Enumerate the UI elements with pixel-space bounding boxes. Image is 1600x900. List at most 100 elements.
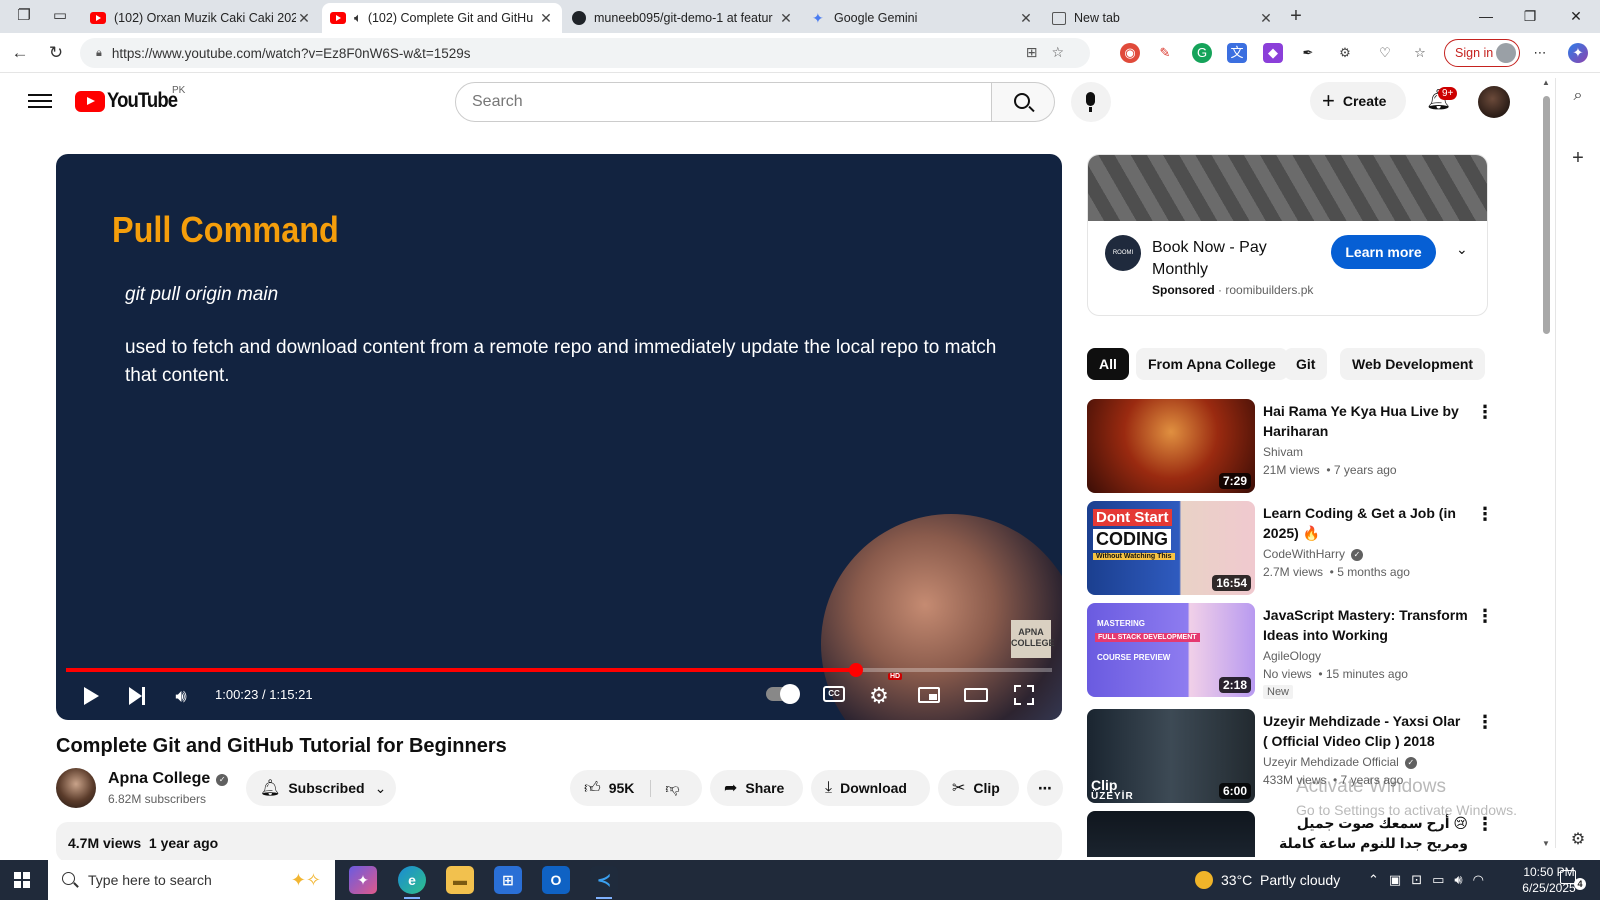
captions-icon[interactable]: CC: [823, 686, 845, 702]
browser-tab-3[interactable]: muneeb095/git-demo-1 at featur ✕: [564, 3, 802, 33]
learn-more-button[interactable]: Learn more: [1331, 235, 1436, 269]
browser-essentials-icon[interactable]: ♡: [1375, 43, 1395, 63]
fullscreen-icon[interactable]: [1014, 685, 1034, 705]
chip-from-apna-college[interactable]: From Apna College: [1136, 348, 1288, 380]
progress-bar[interactable]: [66, 663, 1052, 677]
extension-1-icon[interactable]: ◉: [1120, 43, 1140, 63]
tab-actions-icon[interactable]: ▭: [50, 6, 70, 26]
battery-icon[interactable]: ▭: [1432, 872, 1454, 887]
recommended-title[interactable]: JavaScript Mastery: Transform Ideas into…: [1263, 605, 1468, 645]
recommended-channel[interactable]: AgileOlogy: [1263, 649, 1321, 663]
sign-in-button[interactable]: Sign in: [1444, 39, 1520, 67]
ad-title[interactable]: Book Now - Pay Monthly: [1152, 237, 1322, 281]
back-icon[interactable]: ←: [8, 41, 32, 65]
share-button[interactable]: ➦ Share: [710, 770, 803, 806]
download-button[interactable]: ⤓ Download: [811, 770, 930, 806]
guide-menu-icon[interactable]: [28, 90, 52, 110]
browser-tab-4[interactable]: ✦ Google Gemini ✕: [804, 3, 1042, 33]
app-available-icon[interactable]: ⊞: [1026, 44, 1052, 60]
wifi-icon[interactable]: ◠: [1473, 872, 1494, 887]
pen-icon[interactable]: ✒: [1298, 43, 1318, 63]
copilot-icon[interactable]: ✦: [1568, 43, 1588, 63]
notification-center-icon[interactable]: 4: [1560, 870, 1586, 890]
copilot-taskbar-icon[interactable]: ✦: [349, 866, 377, 894]
more-menu-icon[interactable]: ⋯: [1530, 43, 1550, 63]
video-thumbnail[interactable]: Dont Start CODING Without Watching This …: [1087, 501, 1255, 595]
browser-tab-1[interactable]: (102) Orxan Muzik Caki Caki 2025 ✕: [82, 3, 320, 33]
browser-tab-2[interactable]: 🔈︎ (102) Complete Git and GitHu ✕: [322, 3, 562, 33]
settings-gear-icon[interactable]: ⚙: [864, 682, 894, 710]
autoplay-toggle[interactable]: [766, 684, 800, 704]
scrubber-handle[interactable]: [848, 663, 863, 677]
windows-start-icon[interactable]: [14, 872, 30, 888]
chip-all[interactable]: All: [1087, 348, 1129, 380]
channel-avatar[interactable]: [56, 768, 96, 808]
youtube-logo[interactable]: YouTube PK: [75, 85, 187, 113]
microsoft-store-icon[interactable]: ⊞: [494, 866, 522, 894]
site-info-icon[interactable]: 🔒︎: [96, 47, 102, 60]
sponsored-ad-card[interactable]: ROOMI ICON Book Now - Pay Monthly Sponso…: [1087, 154, 1488, 316]
extensions-icon[interactable]: ⚙: [1335, 43, 1355, 63]
workspaces-icon[interactable]: ❐: [14, 6, 34, 26]
theater-mode-icon[interactable]: [964, 688, 988, 702]
miniplayer-icon[interactable]: [918, 687, 940, 703]
favorites-icon[interactable]: ☆: [1410, 43, 1430, 63]
minimize-icon[interactable]: —: [1466, 4, 1506, 28]
close-tab-icon[interactable]: ✕: [1018, 10, 1034, 27]
close-tab-icon[interactable]: ✕: [1258, 10, 1274, 27]
chip-git[interactable]: Git: [1284, 348, 1328, 380]
new-tab-icon[interactable]: +: [1286, 6, 1306, 26]
play-icon[interactable]: [84, 687, 99, 705]
ad-expand-chevron-icon[interactable]: ⌄: [1456, 241, 1468, 258]
search-button[interactable]: [992, 82, 1055, 122]
vscode-icon[interactable]: ≺: [590, 866, 618, 899]
more-vertical-icon[interactable]: ⋮: [1476, 403, 1494, 421]
scroll-up-icon[interactable]: ▲: [1542, 78, 1550, 87]
video-thumbnail[interactable]: MASTERING FULL STACK DEVELOPMENT COURSE …: [1087, 603, 1255, 697]
recommended-title[interactable]: Hai Rama Ye Kya Hua Live by Hariharan: [1263, 401, 1468, 441]
scrollbar-thumb[interactable]: [1543, 96, 1550, 334]
edge-taskbar-icon[interactable]: e: [398, 866, 426, 899]
like-count[interactable]: 95K: [609, 780, 635, 796]
advertiser-logo[interactable]: ROOMI ICON: [1105, 235, 1141, 292]
page-scrollbar[interactable]: ▲ ▼: [1540, 78, 1552, 848]
file-explorer-icon[interactable]: ▬: [446, 866, 474, 894]
video-player[interactable]: Pull Command git pull origin main used t…: [56, 154, 1062, 720]
close-tab-icon[interactable]: ✕: [296, 10, 312, 27]
meet-icon[interactable]: ▣: [1389, 872, 1411, 887]
voice-search-button[interactable]: [1071, 82, 1111, 122]
volume-icon[interactable]: 🔊︎: [168, 682, 194, 710]
grammarly-icon[interactable]: G: [1192, 43, 1212, 63]
dislike-thumb-icon[interactable]: 👎︎: [650, 779, 680, 797]
recommended-title[interactable]: 😢 أرح سمعك صوت جميل ومريح جدا للنوم ساعة…: [1263, 813, 1468, 853]
extension-2-icon[interactable]: ✎: [1155, 43, 1175, 63]
close-window-icon[interactable]: ✕: [1556, 4, 1596, 28]
recommended-channel[interactable]: CodeWithHarry ✓: [1263, 547, 1364, 561]
close-tab-icon[interactable]: ✕: [778, 10, 794, 27]
recommended-video[interactable]: Dont Start CODING Without Watching This …: [1087, 501, 1497, 595]
ad-banner-image[interactable]: [1088, 155, 1487, 221]
search-input[interactable]: Search: [455, 82, 992, 122]
tray-chevron-icon[interactable]: ⌃: [1368, 872, 1389, 887]
clip-button[interactable]: ✂ Clip: [938, 770, 1019, 806]
more-actions-button[interactable]: ⋯: [1027, 770, 1063, 806]
video-thumbnail[interactable]: Clip ÜZEYİR 6:00: [1087, 709, 1255, 803]
taskbar-search-box[interactable]: Type here to search ✦✧: [48, 860, 335, 900]
network-icon[interactable]: ⊡: [1411, 872, 1432, 887]
maximize-icon[interactable]: ❐: [1510, 4, 1550, 28]
recommended-channel[interactable]: Shivam: [1263, 445, 1303, 459]
volume-tray-icon[interactable]: 🔊︎: [1454, 872, 1472, 887]
scroll-down-icon[interactable]: ▼: [1542, 839, 1550, 848]
browser-tab-5[interactable]: New tab ✕: [1044, 3, 1282, 33]
sidebar-settings-icon[interactable]: ⚙: [1568, 830, 1588, 850]
channel-name[interactable]: Apna College ✓: [108, 770, 229, 788]
more-vertical-icon[interactable]: ⋮: [1476, 713, 1494, 731]
refresh-icon[interactable]: ↻: [44, 41, 68, 65]
speaker-icon[interactable]: 🔈︎: [354, 10, 362, 26]
translate-icon[interactable]: 文: [1227, 43, 1247, 63]
close-tab-icon[interactable]: ✕: [538, 10, 554, 27]
url-field[interactable]: 🔒︎ https://www.youtube.com/watch?v=Ez8F0…: [80, 38, 1090, 68]
sidebar-search-icon[interactable]: ⌕: [1568, 86, 1588, 106]
extension-5-icon[interactable]: ◆: [1263, 43, 1283, 63]
video-thumbnail[interactable]: 7:29: [1087, 399, 1255, 493]
